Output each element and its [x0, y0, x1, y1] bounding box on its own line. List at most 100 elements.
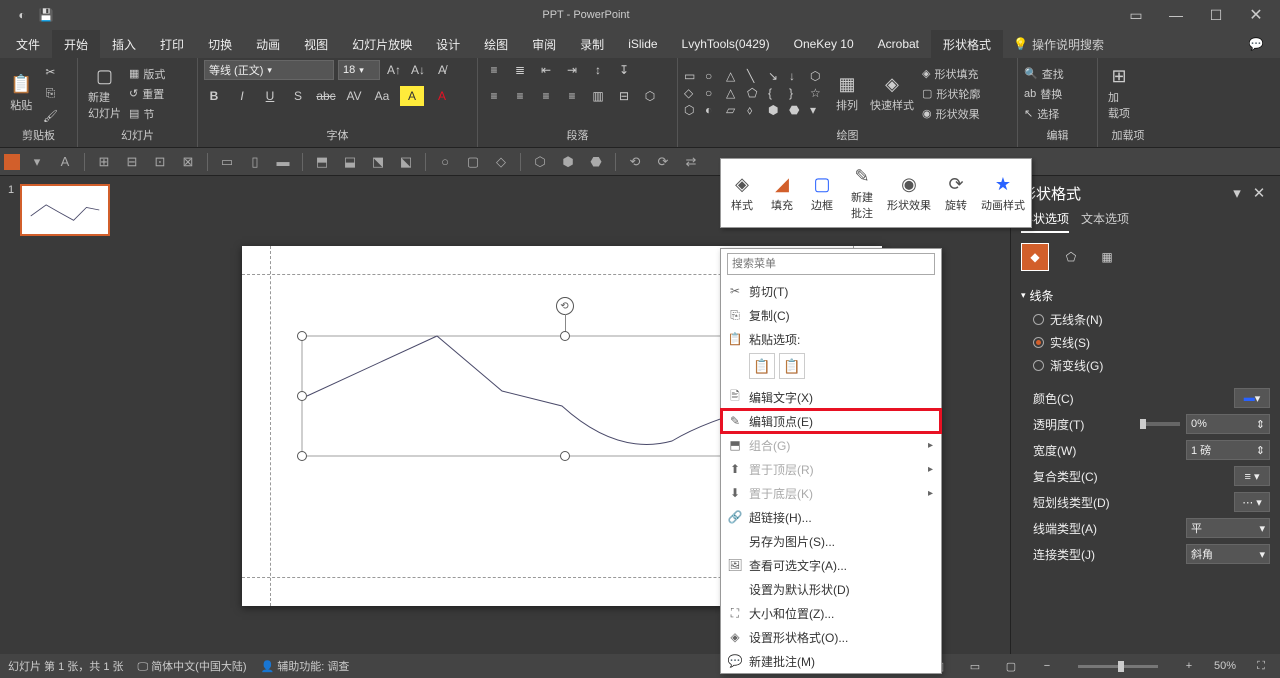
text-color-icon[interactable]: A: [54, 151, 76, 173]
tell-me[interactable]: 💡操作说明搜索: [1003, 30, 1114, 58]
effects-tab-icon[interactable]: ⬠: [1057, 243, 1085, 271]
justify-icon[interactable]: ≡: [562, 86, 582, 106]
pane-tab-text[interactable]: 文本选项: [1081, 210, 1129, 233]
radio-gradient-line[interactable]: 渐变线(G): [1021, 354, 1270, 377]
rotate-icon[interactable]: ⟲: [624, 151, 646, 173]
save-icon[interactable]: 💾: [36, 5, 56, 25]
tab-slideshow[interactable]: 幻灯片放映: [340, 30, 424, 58]
group-icon[interactable]: ⬕: [395, 151, 417, 173]
pane-close-icon[interactable]: ✕: [1248, 184, 1270, 202]
shape-icon[interactable]: ○: [434, 151, 456, 173]
menu-send-back[interactable]: ⬇置于底层(K)▸: [721, 481, 941, 505]
indent-inc-icon[interactable]: ⇥: [562, 60, 582, 80]
language-indicator[interactable]: 🖵 简体中文(中国大陆): [138, 658, 247, 674]
tab-design[interactable]: 设计: [424, 30, 472, 58]
smartart-icon[interactable]: ⬡: [640, 86, 660, 106]
resize-handle[interactable]: [297, 451, 307, 461]
menu-bring-front[interactable]: ⬆置于顶层(R)▸: [721, 457, 941, 481]
rotate-icon[interactable]: ⟳: [652, 151, 674, 173]
align-left-icon[interactable]: ≡: [484, 86, 504, 106]
menu-save-picture[interactable]: 另存为图片(S)...: [721, 529, 941, 553]
menu-alt-text[interactable]: 🖼查看可选文字(A)...: [721, 553, 941, 577]
shadow-button[interactable]: S: [288, 86, 308, 106]
group-icon[interactable]: ⬒: [311, 151, 333, 173]
align-icon[interactable]: ⊟: [121, 151, 143, 173]
mini-border-button[interactable]: ▢边框: [803, 161, 841, 225]
tab-record[interactable]: 录制: [568, 30, 616, 58]
tab-print[interactable]: 打印: [148, 30, 196, 58]
align-right-icon[interactable]: ≡: [536, 86, 556, 106]
group-icon[interactable]: ⬔: [367, 151, 389, 173]
size-tab-icon[interactable]: ▦: [1093, 243, 1121, 271]
tab-transition[interactable]: 切换: [196, 30, 244, 58]
align-text-icon[interactable]: ⊟: [614, 86, 634, 106]
italic-button[interactable]: I: [232, 86, 252, 106]
tab-islide[interactable]: iSlide: [616, 30, 669, 58]
comments-icon[interactable]: 💬: [1236, 30, 1276, 58]
tab-acrobat[interactable]: Acrobat: [866, 30, 931, 58]
menu-new-comment[interactable]: 💬新建批注(M): [721, 649, 941, 673]
thumbnail-1[interactable]: 1: [8, 184, 132, 236]
format-painter-icon[interactable]: 🖌: [40, 106, 60, 126]
distribute-icon[interactable]: ▭: [216, 151, 238, 173]
join-picker[interactable]: 斜角▾: [1186, 544, 1270, 564]
menu-edit-points[interactable]: ✎编辑顶点(E): [721, 409, 941, 433]
compound-picker[interactable]: ≡ ▾: [1234, 466, 1270, 486]
indent-dec-icon[interactable]: ⇤: [536, 60, 556, 80]
rotate-icon[interactable]: ⇄: [680, 151, 702, 173]
resize-handle[interactable]: [560, 331, 570, 341]
bullets-icon[interactable]: ≡: [484, 60, 504, 80]
shape-outline-button[interactable]: ▢形状轮廓: [922, 86, 980, 102]
dash-picker[interactable]: ⋯ ▾: [1234, 492, 1270, 512]
paste-button[interactable]: 📋粘贴: [6, 72, 36, 115]
clear-format-icon[interactable]: A̸: [432, 60, 452, 80]
maximize-icon[interactable]: ☐: [1196, 0, 1236, 30]
tab-file[interactable]: 文件: [4, 30, 52, 58]
slide-counter[interactable]: 幻灯片 第 1 张，共 1 张: [8, 658, 124, 674]
quick-styles-button[interactable]: ◈快速样式: [866, 72, 918, 115]
highlight-button[interactable]: A: [400, 86, 424, 106]
reading-view-icon[interactable]: ▭: [964, 657, 986, 675]
font-size-combo[interactable]: 18▾: [338, 60, 380, 80]
mini-rotate-button[interactable]: ⟳旋转: [937, 161, 975, 225]
menu-copy[interactable]: ⎘复制(C): [721, 303, 941, 327]
font-color-button[interactable]: A: [432, 86, 452, 106]
align-icon[interactable]: ⊡: [149, 151, 171, 173]
text-direction-icon[interactable]: ↧: [614, 60, 634, 80]
select-button[interactable]: ↖选择: [1024, 106, 1064, 122]
tab-draw[interactable]: 绘图: [472, 30, 520, 58]
numbering-icon[interactable]: ≣: [510, 60, 530, 80]
merge-icon[interactable]: ⬣: [585, 151, 607, 173]
font-name-combo[interactable]: 等线 (正文)▾: [204, 60, 334, 80]
tab-lvyh[interactable]: LvyhTools(0429): [670, 30, 782, 58]
shape-effects-button[interactable]: ◉形状效果: [922, 106, 980, 122]
transparency-input[interactable]: 0%⇕: [1186, 414, 1270, 434]
increase-font-icon[interactable]: A↑: [384, 60, 404, 80]
menu-group[interactable]: ⬒组合(G)▸: [721, 433, 941, 457]
fill-line-tab-icon[interactable]: ◆: [1021, 243, 1049, 271]
align-icon[interactable]: ⊞: [93, 151, 115, 173]
fit-to-window-icon[interactable]: ⛶: [1250, 657, 1272, 675]
slideshow-view-icon[interactable]: ▢: [1000, 657, 1022, 675]
accessibility-indicator[interactable]: 👤 辅助功能: 调查: [261, 658, 350, 674]
paste-option-2[interactable]: 📋: [779, 353, 805, 379]
transparency-slider[interactable]: [1140, 422, 1180, 426]
copy-icon[interactable]: ⎘: [40, 84, 60, 104]
columns-icon[interactable]: ▥: [588, 86, 608, 106]
distribute-icon[interactable]: ▯: [244, 151, 266, 173]
replace-button[interactable]: ab替换: [1024, 86, 1064, 102]
pane-dropdown-icon[interactable]: ▾: [1226, 184, 1248, 202]
underline-button[interactable]: U: [260, 86, 280, 106]
mini-effects-button[interactable]: ◉形状效果: [883, 161, 935, 225]
strike-button[interactable]: abc: [316, 86, 336, 106]
new-slide-button[interactable]: ▢新建 幻灯片: [84, 64, 125, 123]
tab-view[interactable]: 视图: [292, 30, 340, 58]
shape-icon[interactable]: ▢: [462, 151, 484, 173]
merge-icon[interactable]: ⬡: [529, 151, 551, 173]
group-icon[interactable]: ⬓: [339, 151, 361, 173]
spacing-button[interactable]: AV: [344, 86, 364, 106]
tab-onekey[interactable]: OneKey 10: [782, 30, 866, 58]
zoom-level[interactable]: 50%: [1214, 660, 1236, 672]
mini-fill-button[interactable]: ◢填充: [763, 161, 801, 225]
align-icon[interactable]: ⊠: [177, 151, 199, 173]
